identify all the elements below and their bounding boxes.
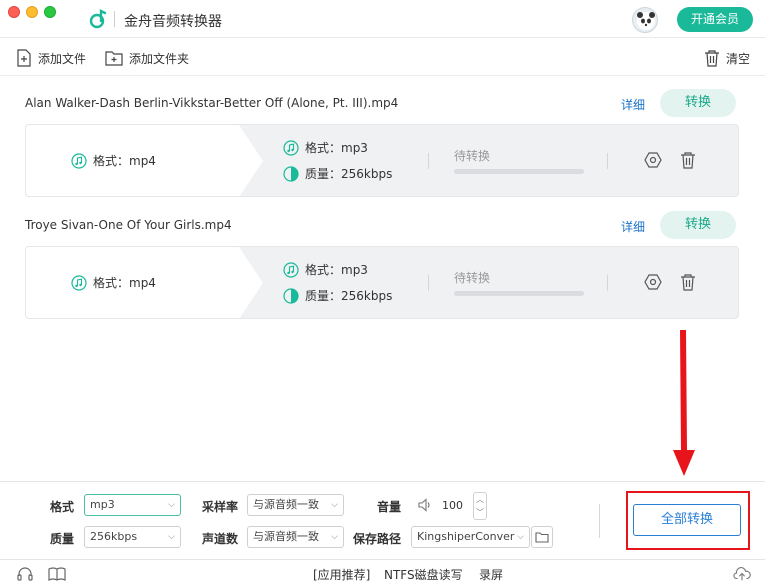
sample-rate-value: 与源音频一致	[253, 498, 319, 511]
app-recommend-link[interactable]: [应用推荐]	[313, 566, 370, 583]
format-value: mp3	[90, 498, 115, 511]
channels-label: 声道数	[202, 532, 239, 546]
record-link[interactable]: 录屏	[479, 566, 503, 583]
volume-input[interactable]: 100	[437, 495, 471, 517]
add-file-label: 添加文件	[38, 51, 87, 66]
quality-value: 256kbps	[90, 530, 138, 543]
window-minimize-button[interactable]	[26, 6, 38, 18]
target-format: 格式：mp3	[283, 139, 368, 156]
volume-stepper[interactable]: ︿ ﹀	[473, 492, 487, 520]
chevron-down-icon: ⌵	[331, 500, 338, 510]
detail-link[interactable]: 详细	[621, 218, 645, 235]
save-path-label: 保存路径	[353, 532, 402, 546]
footer-bar: [应用推荐] NTFS磁盘读写 录屏	[0, 559, 765, 585]
target-format-text: 格式：mp3	[305, 141, 368, 155]
target-quality-text: 质量：256kbps	[305, 289, 393, 303]
quality-select[interactable]: 256kbps ⌵	[84, 526, 181, 548]
panda-avatar-icon	[637, 12, 655, 30]
add-file-button[interactable]: 添加文件	[16, 48, 86, 68]
file-name: Alan Walker-Dash Berlin-Vikkstar-Better …	[25, 96, 399, 110]
trash-icon	[705, 50, 719, 67]
clear-button[interactable]: 清空	[704, 48, 750, 68]
divider	[428, 275, 429, 291]
arrow-shape	[239, 247, 263, 318]
clear-label: 清空	[726, 51, 751, 66]
settings-icon[interactable]	[644, 151, 662, 169]
chevron-down-icon: ⌵	[517, 532, 524, 542]
source-format-text: 格式：mp4	[93, 154, 156, 168]
delete-icon[interactable]	[679, 273, 697, 291]
target-quality: 质量：256kbps	[283, 165, 392, 182]
user-avatar[interactable]	[632, 7, 658, 33]
music-note-icon	[71, 152, 87, 169]
progress-bar	[454, 291, 584, 296]
title-separator	[114, 11, 115, 27]
file-card: 格式：mp4 格式：mp3 质量：256kbps 待转换	[25, 124, 739, 197]
divider	[607, 153, 608, 169]
save-path-value: KingshiperConver	[417, 530, 515, 543]
target-format: 格式：mp3	[283, 261, 368, 278]
quality-icon	[283, 165, 299, 182]
target-format-text: 格式：mp3	[305, 263, 368, 277]
toolbar: 添加文件 添加文件夹 清空	[0, 38, 765, 76]
convert-button[interactable]: 转换	[660, 211, 736, 239]
quality-icon	[283, 287, 299, 304]
chevron-down-icon: ⌵	[331, 532, 338, 542]
title-bar: 金舟音频转换器 开通会员	[0, 0, 765, 38]
volume-label: 音量	[377, 500, 402, 514]
format-label: 格式	[50, 500, 75, 514]
music-note-icon	[283, 139, 299, 156]
add-folder-button[interactable]: 添加文件夹	[105, 48, 189, 68]
cloud-upload-icon[interactable]	[733, 566, 751, 582]
window-close-button[interactable]	[8, 6, 20, 18]
music-note-icon	[283, 261, 299, 278]
chevron-up-icon[interactable]: ︿	[476, 495, 484, 505]
folder-icon	[535, 532, 549, 543]
convert-all-button[interactable]: 全部转换	[633, 504, 741, 536]
ntfs-link[interactable]: NTFS磁盘读写	[384, 566, 463, 583]
quality-label: 质量	[50, 532, 75, 546]
target-quality: 质量：256kbps	[283, 287, 392, 304]
settings-icon[interactable]	[644, 273, 662, 291]
delete-icon[interactable]	[679, 151, 697, 169]
divider	[428, 153, 429, 169]
source-format: 格式：mp4	[71, 152, 156, 169]
chevron-down-icon[interactable]: ﹀	[476, 508, 484, 518]
divider	[607, 275, 608, 291]
format-select[interactable]: mp3 ⌵	[84, 494, 181, 516]
sample-rate-label: 采样率	[202, 500, 239, 514]
speaker-icon	[418, 498, 430, 512]
chevron-down-icon: ⌵	[168, 500, 175, 510]
conversion-settings-panel: 格式 mp3 ⌵ 质量 256kbps ⌵ 采样率 与源音频一致 ⌵ 声道数 与…	[0, 481, 765, 559]
open-vip-button[interactable]: 开通会员	[677, 7, 753, 32]
chevron-down-icon: ⌵	[168, 532, 175, 542]
browse-folder-button[interactable]	[531, 526, 553, 548]
file-card: 格式：mp4 格式：mp3 质量：256kbps 待转换	[25, 246, 739, 319]
arrow-shape	[239, 125, 263, 196]
music-note-icon	[71, 274, 87, 291]
add-file-icon	[17, 49, 31, 67]
add-folder-icon	[105, 51, 123, 66]
sample-rate-select[interactable]: 与源音频一致 ⌵	[247, 494, 344, 516]
detail-link[interactable]: 详细	[621, 96, 645, 113]
source-format: 格式：mp4	[71, 274, 156, 291]
headset-icon[interactable]	[16, 566, 34, 582]
save-path-select[interactable]: KingshiperConver ⌵	[411, 526, 530, 548]
status-text: 待转换	[454, 271, 491, 285]
window-maximize-button[interactable]	[44, 6, 56, 18]
file-name: Troye Sivan-One Of Your Girls.mp4	[25, 218, 232, 232]
panel-divider	[599, 504, 600, 538]
progress-bar	[454, 169, 584, 174]
annotation-arrow	[673, 330, 695, 476]
app-logo-icon	[89, 9, 107, 29]
status-text: 待转换	[454, 149, 491, 163]
channels-value: 与源音频一致	[253, 530, 319, 543]
convert-button[interactable]: 转换	[660, 89, 736, 117]
book-icon[interactable]	[48, 566, 66, 582]
channels-select[interactable]: 与源音频一致 ⌵	[247, 526, 344, 548]
source-format-text: 格式：mp4	[93, 276, 156, 290]
add-folder-label: 添加文件夹	[129, 51, 190, 66]
target-quality-text: 质量：256kbps	[305, 167, 393, 181]
app-title: 金舟音频转换器	[124, 14, 222, 30]
